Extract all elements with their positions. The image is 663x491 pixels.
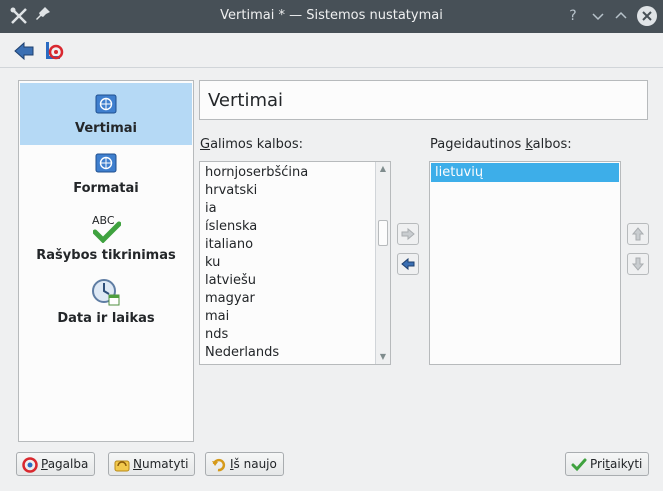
help-icon [22, 457, 38, 473]
back-button[interactable] [12, 39, 36, 63]
scroll-up-icon[interactable]: ▲ [376, 162, 390, 176]
flag-icon [95, 94, 117, 114]
close-button[interactable] [637, 6, 657, 26]
arrow-left-icon [401, 257, 415, 271]
flag-icon [95, 153, 117, 173]
defaults-icon [114, 460, 130, 472]
defaults-button[interactable]: Numatyti [108, 452, 196, 476]
list-item[interactable]: ia [200, 200, 390, 218]
list-item[interactable]: magyar [200, 290, 390, 308]
help-button[interactable]: ? [563, 6, 583, 26]
page-title: Vertimai [208, 90, 284, 111]
arrow-down-icon [631, 257, 645, 271]
check-icon [571, 458, 587, 472]
sidebar-item-label: Data ir laikas [57, 311, 155, 326]
available-list-scrollbar[interactable]: ▲ ▼ [375, 162, 390, 364]
list-item[interactable]: hornjoserbšćina [200, 164, 390, 182]
available-languages-list[interactable]: hornjoserbšćina hrvatski ia íslenska ita… [199, 161, 391, 365]
list-item[interactable]: latviešu [200, 272, 390, 290]
list-item[interactable]: mai [200, 308, 390, 326]
toolbar [0, 33, 663, 68]
arrow-up-icon [631, 227, 645, 241]
category-sidebar[interactable]: Vertimai Formatai ABC Rašybos tikrinimas… [18, 80, 194, 442]
sidebar-item-rasybos-tikrinimas[interactable]: ABC Rašybos tikrinimas [20, 214, 192, 271]
list-item[interactable]: ku [200, 254, 390, 272]
list-item[interactable]: lietuvių [431, 163, 619, 182]
overview-icon [46, 42, 64, 60]
move-up-button[interactable] [627, 223, 649, 245]
maximize-button[interactable] [611, 6, 631, 26]
back-arrow-icon [14, 41, 34, 61]
sidebar-item-label: Formatai [73, 181, 139, 196]
undo-icon [212, 458, 226, 472]
preferred-languages-label: Pageidautinos kalbos: [430, 137, 572, 152]
add-language-button[interactable] [397, 223, 419, 245]
help-button-bottom[interactable]: Pagalba [16, 452, 96, 476]
available-languages-label: Galimos kalbos: [200, 137, 304, 152]
sidebar-item-vertimai[interactable]: Vertimai [20, 83, 192, 145]
move-down-button[interactable] [627, 253, 649, 275]
list-item[interactable]: íslenska [200, 218, 390, 236]
scrollbar-thumb[interactable] [378, 220, 388, 246]
sidebar-item-label: Rašybos tikrinimas [36, 248, 176, 263]
sidebar-item-data-ir-laikas[interactable]: Data ir laikas [20, 277, 192, 335]
close-icon [642, 11, 652, 21]
list-item[interactable]: italiano [200, 236, 390, 254]
spellcheck-icon: ABC [89, 214, 123, 243]
list-item[interactable]: nds [200, 326, 390, 344]
page-header: Vertimai [199, 80, 648, 120]
apply-button[interactable]: Pritaikyti [565, 452, 650, 476]
preferred-languages-list[interactable]: lietuvių [429, 161, 621, 365]
list-item[interactable]: Nederlands [200, 344, 390, 362]
list-item[interactable]: hrvatski [200, 182, 390, 200]
clock-icon [92, 279, 120, 306]
title-bar[interactable]: Vertimai * — Sistemos nustatymai ? [0, 0, 663, 33]
minimize-button[interactable] [588, 6, 608, 26]
remove-language-button[interactable] [397, 253, 419, 275]
sidebar-item-label: Vertimai [74, 121, 138, 136]
overview-button[interactable] [42, 39, 66, 63]
arrow-right-icon [401, 227, 415, 241]
sidebar-item-formatai[interactable]: Formatai [20, 151, 192, 207]
scroll-down-icon[interactable]: ▼ [376, 350, 390, 364]
reset-button[interactable]: Iš naujo [205, 452, 284, 476]
